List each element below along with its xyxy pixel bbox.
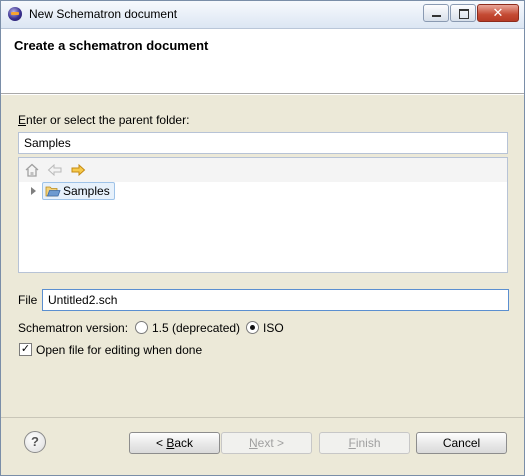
window-title: New Schematron document bbox=[29, 7, 178, 21]
schematron-version-label: Schematron version: bbox=[18, 321, 129, 335]
parent-folder-input[interactable]: Samples bbox=[18, 132, 508, 154]
next-button[interactable]: Next > bbox=[221, 432, 312, 454]
open-for-editing-label[interactable]: Open file for editing when done bbox=[36, 343, 202, 357]
next-button-rest: ext > bbox=[257, 436, 285, 450]
radio-version-1-5[interactable] bbox=[135, 321, 148, 334]
back-button-rest: ack bbox=[174, 436, 194, 450]
next-button-accel: N bbox=[248, 436, 258, 450]
file-name-input[interactable]: Untitled2.sch bbox=[42, 289, 509, 311]
minimize-button[interactable] bbox=[423, 4, 449, 22]
button-bar-divider bbox=[1, 417, 524, 418]
radio-version-iso[interactable] bbox=[246, 321, 259, 334]
eclipse-icon bbox=[8, 7, 22, 21]
folder-tree[interactable]: Samples bbox=[18, 157, 508, 273]
file-label: File bbox=[18, 293, 38, 307]
radio-version-iso-label[interactable]: ISO bbox=[263, 321, 284, 335]
radio-version-1-5-label[interactable]: 1.5 (deprecated) bbox=[152, 321, 240, 335]
finish-button[interactable]: Finish bbox=[319, 432, 410, 454]
home-icon[interactable] bbox=[24, 163, 40, 177]
cancel-button[interactable]: Cancel bbox=[416, 432, 507, 454]
title-bar: New Schematron document ✕ bbox=[1, 1, 524, 29]
tree-item-label: Samples bbox=[63, 184, 110, 198]
expand-arrow-icon[interactable] bbox=[31, 187, 36, 195]
tree-toolbar bbox=[19, 158, 507, 182]
close-button[interactable]: ✕ bbox=[477, 4, 519, 22]
parent-folder-label: Enter or select the parent folder: bbox=[18, 113, 190, 127]
help-icon[interactable]: ? bbox=[24, 431, 46, 453]
finish-button-accel: F bbox=[348, 436, 356, 450]
wizard-banner: Create a schematron document bbox=[1, 29, 524, 94]
window-controls: ✕ bbox=[422, 4, 519, 22]
finish-button-rest: inish bbox=[355, 436, 381, 450]
new-schematron-dialog: New Schematron document ✕ Create a schem… bbox=[0, 0, 525, 476]
back-button-prefix: < bbox=[155, 436, 167, 450]
forward-arrow-icon[interactable] bbox=[70, 163, 86, 177]
open-folder-icon bbox=[45, 186, 61, 197]
parent-folder-label-text: nter or select the parent folder: bbox=[26, 113, 190, 127]
banner-divider bbox=[1, 94, 524, 95]
back-button[interactable]: < Back bbox=[129, 432, 220, 454]
open-for-editing-checkbox[interactable]: ✓ bbox=[19, 343, 32, 356]
page-title: Create a schematron document bbox=[14, 38, 209, 53]
maximize-button[interactable] bbox=[450, 4, 476, 22]
back-arrow-icon[interactable] bbox=[47, 163, 63, 177]
tree-item-samples[interactable]: Samples bbox=[42, 182, 115, 200]
